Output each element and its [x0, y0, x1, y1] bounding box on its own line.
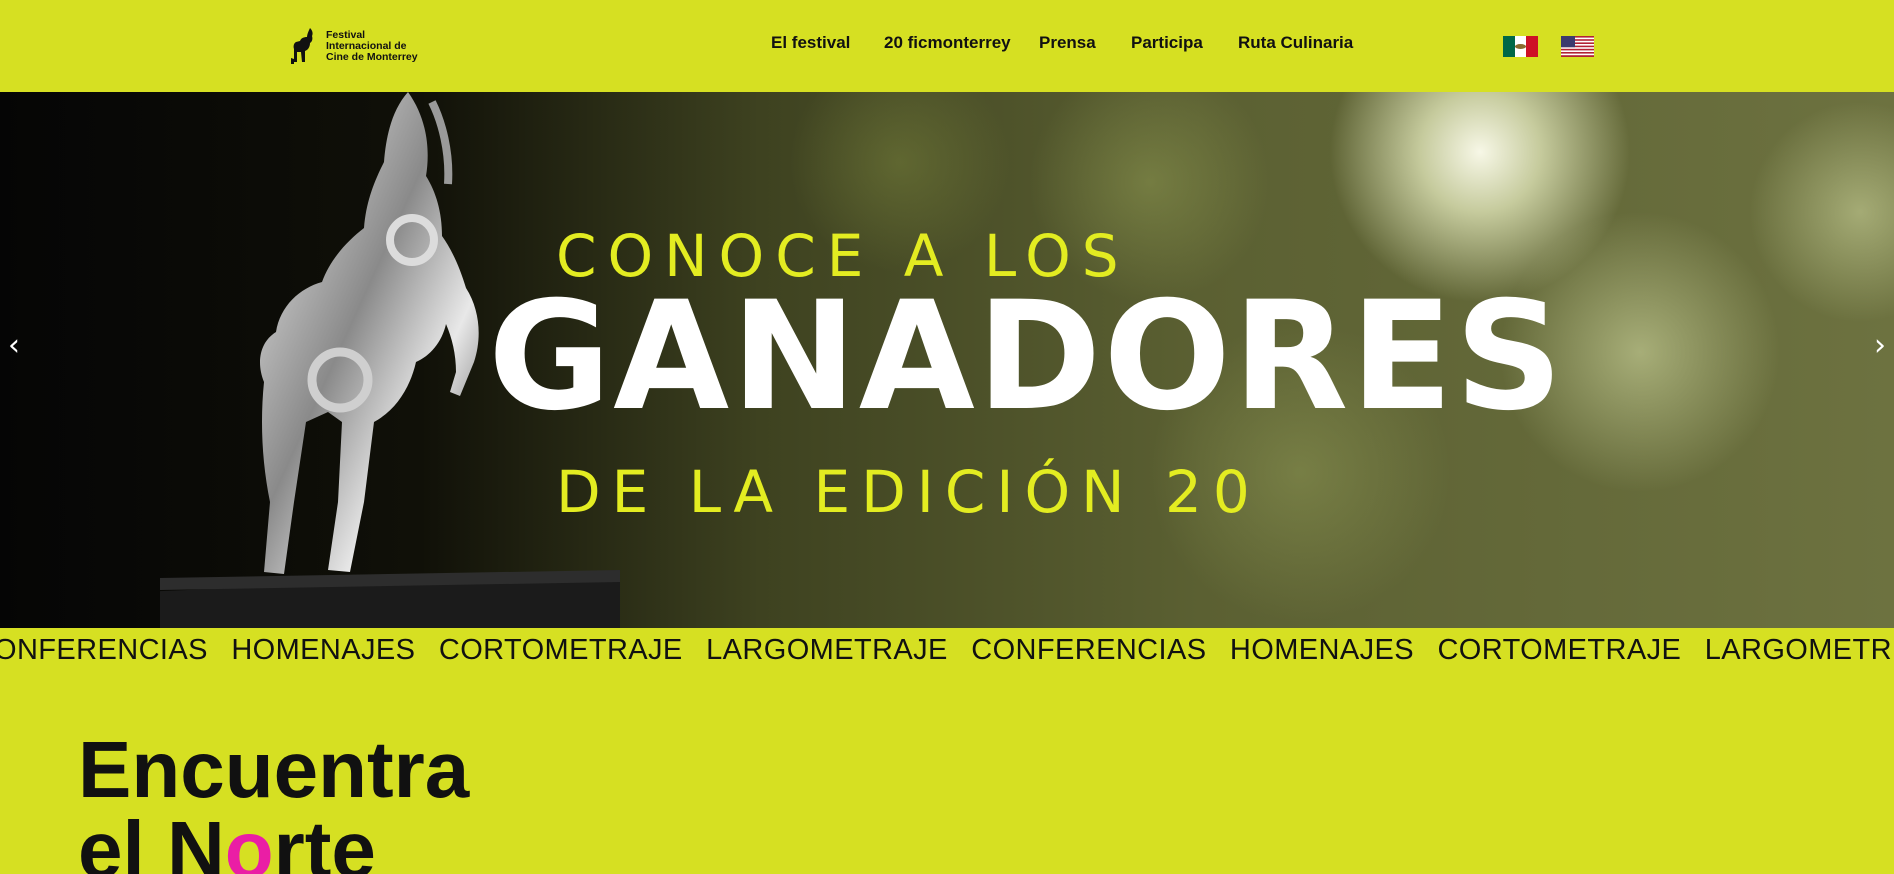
headline-line-2: el Norte: [78, 810, 469, 874]
hero-title: GANADORES: [488, 270, 1565, 444]
flag-mexico-icon[interactable]: [1503, 36, 1539, 57]
ticker-item: CONFERENCIAS: [971, 634, 1207, 666]
main-nav: El festival 20 ficmonterrey Prensa Parti…: [0, 33, 1894, 57]
ticker-item: ONFERENCIAS: [0, 634, 208, 666]
nav-prensa[interactable]: Prensa: [1039, 33, 1096, 53]
ticker-item: HOMENAJES: [1229, 634, 1414, 666]
intro-headline: Encuentra el Norte: [78, 730, 469, 874]
nav-el-festival[interactable]: El festival: [771, 33, 850, 53]
ticker-item: HOMENAJES: [231, 634, 416, 666]
flag-usa-icon[interactable]: [1561, 36, 1594, 57]
chevron-left-icon[interactable]: ‹: [0, 328, 28, 364]
ticker-item: CORTOMETRAJE: [438, 634, 683, 666]
nav-participa[interactable]: Participa: [1131, 33, 1203, 53]
nav-20-ficmonterrey[interactable]: 20 ficmonterrey: [884, 33, 1011, 53]
ticker-item: LARGOMETR: [1704, 634, 1893, 666]
category-ticker: ONFERENCIAS HOMENAJES CORTOMETRAJE LARGO…: [0, 628, 1894, 674]
headline-text: el N: [78, 805, 225, 874]
chevron-right-icon[interactable]: ›: [1866, 328, 1894, 364]
ticker-item: CORTOMETRAJE: [1437, 634, 1682, 666]
headline-text: rte: [273, 805, 376, 874]
headline-accent-letter: o: [224, 805, 274, 874]
ticker-item: LARGOMETRAJE: [706, 634, 948, 666]
site-header: Festival Internacional de Cine de Monter…: [0, 0, 1894, 92]
hero-subtitle: DE LA EDICIÓN 20: [556, 458, 1261, 526]
nav-ruta-culinaria[interactable]: Ruta Culinaria: [1238, 33, 1353, 53]
hero-banner[interactable]: CONOCE A LOS GANADORES DE LA EDICIÓN 20 …: [0, 92, 1894, 628]
headline-line-1: Encuentra: [78, 725, 470, 814]
